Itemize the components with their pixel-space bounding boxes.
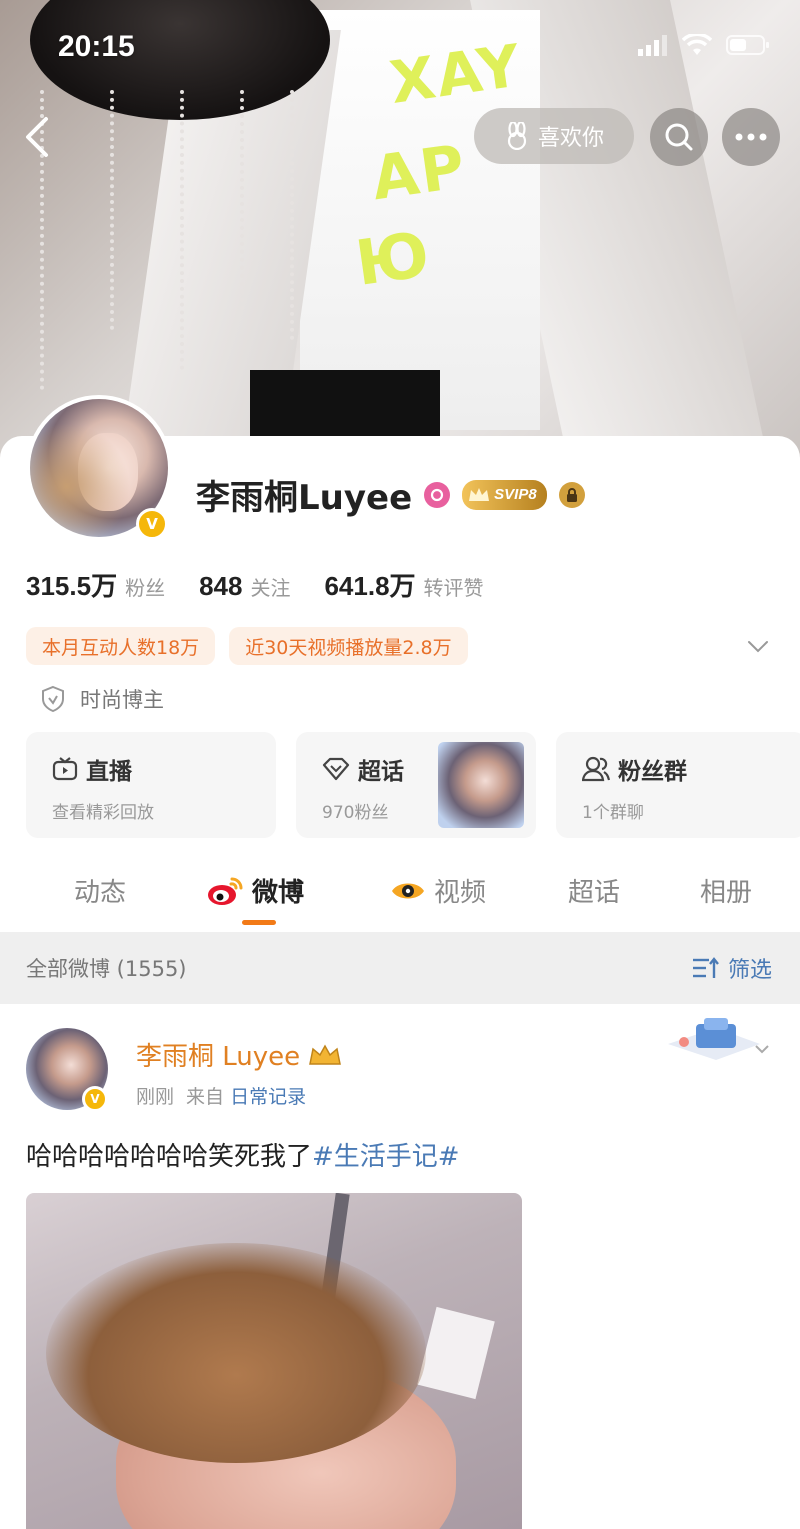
crown-icon bbox=[469, 487, 490, 501]
battery-icon bbox=[726, 35, 769, 55]
feature-tiles: 直播 查看精彩回放 超话 970粉丝 粉丝群 1个群聊 bbox=[26, 732, 800, 838]
post-decoration-badge bbox=[660, 1014, 772, 1068]
profile-tags: 本月互动人数18万 近30天视频播放量2.8万 bbox=[26, 627, 468, 665]
super-topic-thumbnail bbox=[438, 742, 524, 828]
engagement-count: 641.8万 bbox=[324, 571, 416, 601]
post-content: 哈哈哈哈哈哈哈笑死我了#生活手记# bbox=[26, 1136, 460, 1173]
more-button[interactable] bbox=[722, 108, 780, 166]
fan-group-tile-subtitle: 1个群聊 bbox=[582, 803, 644, 823]
certification-label: 时尚博主 bbox=[80, 688, 164, 712]
super-topic-tile-title: 超话 bbox=[358, 759, 404, 785]
filter-button[interactable]: 筛选 bbox=[692, 952, 772, 984]
shirt-print-line-2: AP bbox=[367, 131, 471, 215]
post-source-link[interactable]: 日常记录 bbox=[230, 1086, 306, 1108]
card-decoration-icon bbox=[668, 1018, 769, 1060]
system-indicators bbox=[638, 34, 770, 56]
chevron-down-icon bbox=[748, 641, 768, 653]
tab-dynamics[interactable]: 动态 bbox=[74, 872, 126, 909]
search-button[interactable] bbox=[650, 108, 708, 166]
post-image[interactable] bbox=[26, 1193, 522, 1529]
followers-count[interactable]: 315.5万 bbox=[26, 566, 117, 603]
post-verified-badge-icon: V bbox=[82, 1086, 108, 1112]
post-meta: 刚刚 来自 日常记录 bbox=[136, 1082, 306, 1109]
more-dots-icon bbox=[735, 133, 767, 141]
post-author-row[interactable]: 李雨桐 Luyee bbox=[136, 1036, 342, 1073]
interaction-tag[interactable]: 本月互动人数18万 bbox=[26, 627, 216, 665]
like-you-button[interactable]: 喜欢你 bbox=[474, 108, 634, 164]
bunny-icon bbox=[507, 122, 527, 150]
profile-name: 李雨桐Luyee bbox=[196, 478, 413, 518]
tab-super-topic[interactable]: 超话 bbox=[568, 872, 620, 909]
filter-sort-icon bbox=[692, 957, 719, 978]
fan-group-tile-title: 粉丝群 bbox=[618, 759, 687, 785]
cellular-signal-icon bbox=[638, 35, 667, 56]
profile-name-row: 李雨桐Luyee SVIP8 bbox=[196, 470, 585, 519]
expand-profile-button[interactable] bbox=[746, 634, 770, 658]
shirt-print-line-3: Ю bbox=[351, 217, 436, 300]
feed-header: 全部微博 (1555) 筛选 bbox=[0, 932, 800, 1004]
fan-group-tile[interactable]: 粉丝群 1个群聊 bbox=[556, 732, 800, 838]
engagement-label: 转评赞 bbox=[423, 576, 484, 600]
video-plays-tag[interactable]: 近30天视频播放量2.8万 bbox=[229, 627, 468, 665]
profile-tabs: 动态 微博 视频 超话 相册 bbox=[0, 862, 800, 930]
post-time: 刚刚 bbox=[136, 1086, 175, 1108]
live-tile-subtitle: 查看精彩回放 bbox=[52, 803, 154, 823]
live-tile-title: 直播 bbox=[86, 759, 132, 785]
wifi-icon bbox=[682, 34, 712, 55]
crown-icon bbox=[309, 1043, 342, 1065]
svip-badge[interactable]: SVIP8 bbox=[462, 479, 547, 510]
post-source-prefix: 来自 bbox=[186, 1086, 225, 1108]
tab-album[interactable]: 相册 bbox=[700, 872, 752, 909]
chevron-left-icon bbox=[26, 117, 48, 157]
video-eye-icon bbox=[392, 883, 424, 898]
super-topic-tile[interactable]: 超话 970粉丝 bbox=[296, 732, 536, 838]
filter-label: 筛选 bbox=[727, 958, 772, 983]
tv-icon bbox=[52, 757, 78, 781]
search-icon bbox=[665, 123, 693, 151]
like-you-label: 喜欢你 bbox=[537, 126, 604, 151]
tab-video[interactable]: 视频 bbox=[390, 872, 486, 909]
following-label[interactable]: 关注 bbox=[250, 572, 290, 601]
group-icon bbox=[582, 756, 610, 782]
followers-label[interactable]: 粉丝 bbox=[125, 572, 165, 601]
verified-badge-icon: V bbox=[136, 508, 168, 540]
status-bar: 20:15 bbox=[0, 0, 800, 100]
post-topic-link[interactable]: #生活手记# bbox=[312, 1142, 460, 1172]
tab-weibo[interactable]: 微博 bbox=[206, 872, 304, 909]
all-posts-count: 全部微博 (1555) bbox=[26, 957, 187, 981]
post-text: 哈哈哈哈哈哈哈笑死我了 bbox=[26, 1142, 313, 1172]
profile-stats: 315.5万 粉丝 848 关注 641.8万 转评赞 bbox=[26, 566, 518, 603]
shield-check-icon bbox=[42, 685, 64, 713]
lock-badge-icon[interactable] bbox=[558, 481, 585, 508]
back-button[interactable] bbox=[20, 115, 56, 159]
post-author-name: 李雨桐 Luyee bbox=[136, 1042, 301, 1072]
member-icon[interactable] bbox=[424, 481, 451, 508]
diamond-icon bbox=[322, 757, 350, 781]
following-count[interactable]: 848 bbox=[199, 571, 242, 602]
status-time: 20:15 bbox=[58, 30, 135, 63]
live-tile[interactable]: 直播 查看精彩回放 bbox=[26, 732, 276, 838]
weibo-logo-icon bbox=[208, 877, 243, 905]
svip-label: SVIP8 bbox=[494, 486, 537, 503]
certification-row[interactable]: 时尚博主 bbox=[40, 684, 164, 714]
active-tab-indicator bbox=[242, 920, 276, 925]
